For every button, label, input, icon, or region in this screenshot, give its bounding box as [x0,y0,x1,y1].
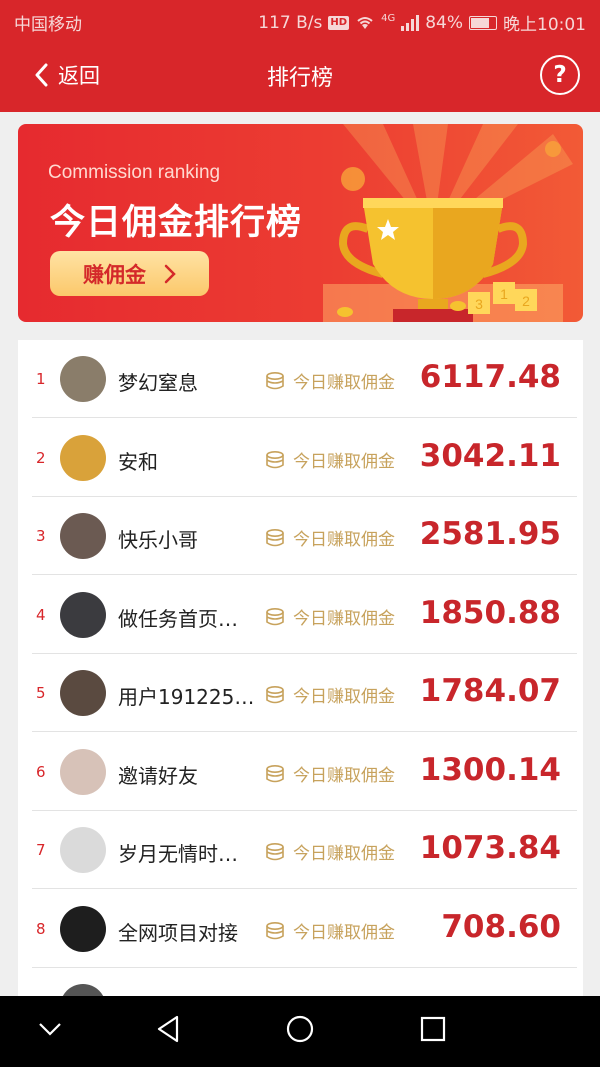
header-bar: 返回 排行榜 ? [0,40,600,112]
ranking-list: 1 梦幻窒息 今日赚取佣金 6117.48 2 安和 今日赚取佣金 3042.11 3 快乐小哥今… [18,340,583,996]
coin-stack-icon [265,842,285,866]
user-name: 全网项目对接 [118,920,238,945]
avatar[interactable] [60,513,106,559]
carrier-name: 中国移动 [14,15,82,35]
clock: 晚上10:01 [503,15,586,35]
back-nav-icon[interactable] [155,1014,181,1044]
coin-stack-icon [265,685,285,709]
user-name: 用户191225… [118,685,255,709]
commission-amount: 1850.88 [419,594,561,631]
banner-subtitle: Commission ranking [48,162,221,183]
avatar[interactable] [60,748,106,795]
ranking-row-partial[interactable] [18,968,583,996]
ranking-row[interactable]: 1 梦幻窒息 今日赚取佣金 6117.48 [18,340,583,418]
help-button[interactable]: ? [540,55,580,95]
chevron-down-icon[interactable] [38,1021,62,1037]
status-indicators: 117 B/s HD 4G 84% 晚上10:01 [258,10,586,36]
rank-number: 2 [36,448,46,467]
ranking-row[interactable]: 2 安和 今日赚取佣金 3042.11 [18,419,583,497]
trophy-illustration: 3 1 2 [323,124,573,322]
hd-icon: HD [328,15,350,30]
page-title: 排行榜 [266,66,333,91]
coin-stack-icon [265,371,285,395]
commission-banner: 3 1 2 Commission ranking 今日佣金排行榜 赚佣金 [18,124,583,322]
svg-text:3: 3 [475,296,483,312]
network-speed: 117 B/s [258,12,323,33]
user-name: 邀请好友 [118,763,198,788]
rank-number: 1 [36,370,46,388]
ranking-row[interactable]: 7 岁月无情时… 今日赚取佣金 1073.84 [18,811,583,889]
avatar[interactable] [60,591,106,638]
earn-commission-button[interactable]: 赚佣金 [50,251,209,296]
commission-amount: 3042.11 [419,437,561,474]
commission-label: 今日赚取佣金 [293,530,395,550]
commission-amount: 1300.14 [419,751,561,788]
rank-number: 7 [36,841,46,859]
network-type: 4G [381,13,396,24]
svg-text:2: 2 [522,293,530,309]
avatar[interactable] [60,984,106,996]
user-name: 梦幻窒息 [118,371,198,395]
commission-label: 今日赚取佣金 [293,844,395,864]
avatar[interactable] [60,356,106,402]
earn-commission-label: 赚佣金 [83,262,146,287]
commission-amount: 6117.48 [419,359,561,395]
coin-stack-icon [265,607,285,631]
banner-title: 今日佣金排行榜 [50,203,303,243]
user-name: 安和 [118,449,158,474]
ranking-row[interactable]: 4 做任务首页… 今日赚取佣金 1850.88 [18,576,583,654]
commission-amount: 1784.07 [419,673,561,709]
coin-stack-icon [265,921,285,945]
rank-number: 5 [36,684,46,702]
ranking-row[interactable]: 8 全网项目对接 今日赚取佣金 708.60 [18,890,583,968]
user-name: 做任务首页… [118,606,238,631]
rank-number: 3 [36,527,46,545]
commission-label: 今日赚取佣金 [293,922,395,943]
chevron-right-icon [164,264,176,283]
signal-icon [401,14,420,31]
home-nav-icon[interactable] [285,1014,315,1044]
rank-number: 8 [36,919,46,938]
rank-number: 4 [36,605,46,624]
commission-amount: 1073.84 [419,830,561,866]
user-name: 快乐小哥 [118,528,198,552]
ranking-row[interactable]: 5 用户191225… 今日赚取佣金 1784.07 [18,654,583,732]
commission-amount: 708.60 [441,908,561,945]
user-name: 岁月无情时… [118,842,238,866]
coin-stack-icon [265,764,285,788]
avatar[interactable] [60,905,106,952]
avatar[interactable] [60,434,106,481]
commission-amount: 2581.95 [419,516,561,552]
ranking-row[interactable]: 3 快乐小哥 今日赚取佣金 2581.95 [18,497,583,575]
rank-number: 6 [36,762,46,781]
battery-percent: 84% [425,12,463,33]
commission-label: 今日赚取佣金 [293,765,395,786]
system-nav-bar [0,996,600,1067]
commission-label: 今日赚取佣金 [293,451,395,472]
status-bar: 中国移动 117 B/s HD 4G 84% 晚上10:01 [0,0,600,40]
ranking-row[interactable]: 6 邀请好友 今日赚取佣金 1300.14 [18,733,583,811]
svg-text:1: 1 [500,286,508,302]
coin-stack-icon [265,450,285,474]
commission-label: 今日赚取佣金 [293,373,395,393]
battery-icon [469,15,497,30]
recents-nav-icon[interactable] [420,1014,446,1044]
coin-stack-icon [265,528,285,552]
commission-label: 今日赚取佣金 [293,608,395,629]
wifi-icon [357,16,373,29]
avatar[interactable] [60,670,106,716]
avatar[interactable] [60,827,106,873]
commission-label: 今日赚取佣金 [293,687,395,707]
